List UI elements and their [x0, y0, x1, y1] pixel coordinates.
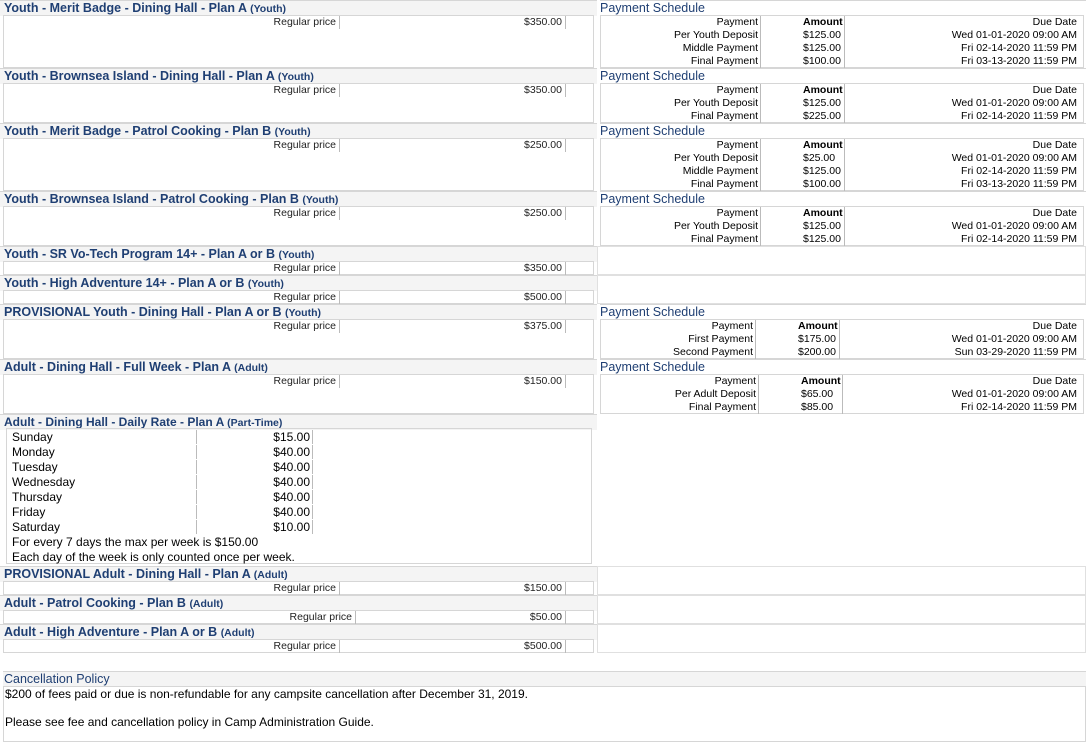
regular-price-label: Regular price: [4, 640, 340, 653]
plan-price-box: Regular price $150.00: [3, 581, 594, 595]
regular-price-value: $500.00: [341, 640, 566, 653]
schedule-row: First Payment $175.00 Wed 01-01-2020 09:00…: [601, 333, 1083, 346]
plan-price-box: Regular price $375.00: [3, 319, 594, 359]
plan-header: Youth - SR Vo-Tech Program 14+ - Plan A …: [0, 246, 597, 262]
empty-schedule-cell: [597, 595, 1086, 624]
regular-price-value: $350.00: [341, 262, 566, 275]
regular-price-label: Regular price: [4, 611, 356, 624]
payment-schedule-title: Payment Schedule: [600, 191, 1086, 207]
regular-price-label: Regular price: [4, 582, 340, 595]
daily-rate-row: Monday $40.00: [11, 445, 313, 460]
daily-rate-box: Sunday $15.00 Monday $40.00 Tuesday $40.00 …: [6, 428, 592, 564]
plan-price-box: Regular price $250.00: [3, 138, 594, 191]
plan-price-box: Regular price $500.00: [3, 290, 594, 304]
daily-rate-note: Each day of the week is only counted onc…: [12, 550, 295, 564]
payment-schedule-table: Payment Amount Due Date First Payment $17…: [600, 319, 1084, 359]
regular-price-value: $350.00: [341, 16, 566, 29]
daily-rate-row: Sunday $15.00: [11, 430, 313, 445]
payment-schedule-title: Payment Schedule: [600, 123, 1086, 139]
plan-header: Youth - High Adventure 14+ - Plan A or B…: [0, 275, 597, 291]
regular-price-value: $50.00: [357, 611, 566, 624]
plan-price-box: Regular price $350.00: [3, 261, 594, 275]
plan-price-box: Regular price $250.00: [3, 206, 594, 246]
plan-header: Youth - Brownsea Island - Dining Hall - …: [0, 68, 597, 84]
plan-header: Youth - Merit Badge - Dining Hall - Plan…: [0, 0, 597, 16]
daily-rate-row: Saturday $10.00: [11, 520, 313, 535]
plan-header: Adult - High Adventure - Plan A or B (Ad…: [0, 624, 597, 640]
regular-price-label: Regular price: [4, 375, 340, 388]
empty-schedule-cell: [597, 275, 1086, 304]
regular-price-value: $150.00: [341, 582, 566, 595]
schedule-row: Final Payment $225.00 Fri 02-14-2020 11:59…: [601, 110, 1083, 123]
plan-header: PROVISIONAL Youth - Dining Hall - Plan A…: [0, 304, 597, 320]
regular-price-label: Regular price: [4, 291, 340, 304]
schedule-row: Middle Payment $125.00 Fri 02-14-2020 11:5…: [601, 165, 1083, 178]
schedule-row: Final Payment $125.00 Fri 02-14-2020 11:59…: [601, 233, 1083, 246]
empty-schedule-cell: [597, 624, 1086, 653]
payment-schedule-table: Payment Amount Due Date Per Youth Deposi…: [600, 83, 1084, 123]
plan-header: PROVISIONAL Adult - Dining Hall - Plan A…: [0, 566, 597, 582]
payment-schedule-title: Payment Schedule: [600, 359, 1086, 375]
plan-header: Youth - Brownsea Island - Patrol Cooking…: [0, 191, 597, 207]
empty-schedule-cell: [597, 566, 1086, 595]
schedule-row: Per Youth Deposit $25.00 Wed 01-01-2020 09…: [601, 152, 1083, 165]
daily-rate-row: Friday $40.00: [11, 505, 313, 520]
plan-price-box: Regular price $500.00: [3, 639, 594, 653]
schedule-header-row: Payment Amount Due Date: [601, 207, 1083, 220]
cancellation-policy-note: Please see fee and cancellation policy i…: [5, 715, 374, 729]
regular-price-value: $375.00: [341, 320, 566, 333]
regular-price-label: Regular price: [4, 84, 340, 97]
plan-price-box: Regular price $50.00: [3, 610, 594, 624]
daily-rate-note: For every 7 days the max per week is $15…: [12, 535, 259, 549]
plan-header: Adult - Patrol Cooking - Plan B (Adult): [0, 595, 597, 611]
regular-price-value: $250.00: [341, 139, 566, 152]
regular-price-label: Regular price: [4, 320, 340, 333]
empty-schedule-cell: [597, 246, 1086, 275]
schedule-row: Middle Payment $125.00 Fri 02-14-2020 11:5…: [601, 42, 1083, 55]
regular-price-label: Regular price: [4, 262, 340, 275]
schedule-row: Per Youth Deposit $125.00 Wed 01-01-2020 0…: [601, 97, 1083, 110]
schedule-header-row: Payment Amount Due Date: [601, 320, 1083, 333]
cancellation-policy-title: Cancellation Policy: [3, 671, 1086, 687]
schedule-row: Final Payment $85.00 Fri 02-14-2020 11:59 …: [601, 401, 1083, 414]
plan-price-box: Regular price $150.00: [3, 374, 594, 414]
plan-header: Adult - Dining Hall - Full Week - Plan A…: [0, 359, 597, 375]
payment-schedule-title: Payment Schedule: [600, 68, 1086, 84]
schedule-row: Final Payment $100.00 Fri 03-13-2020 11:59…: [601, 55, 1083, 68]
plan-price-box: Regular price $350.00: [3, 15, 594, 68]
cancellation-policy-text: $200 of fees paid or due is non-refundab…: [5, 687, 528, 701]
regular-price-value: $350.00: [341, 84, 566, 97]
regular-price-label: Regular price: [4, 16, 340, 29]
schedule-header-row: Payment Amount Due Date: [601, 84, 1083, 97]
payment-schedule-title: Payment Schedule: [600, 304, 1086, 320]
schedule-row: Per Youth Deposit $125.00 Wed 01-01-2020 0…: [601, 29, 1083, 42]
payment-schedule-table: Payment Amount Due Date Per Youth Deposi…: [600, 15, 1084, 68]
schedule-header-row: Payment Amount Due Date: [601, 375, 1083, 388]
payment-schedule-table: Payment Amount Due Date Per Youth Deposi…: [600, 138, 1084, 191]
schedule-row: Per Adult Deposit $65.00 Wed 01-01-2020 09…: [601, 388, 1083, 401]
plan-header: Youth - Merit Badge - Patrol Cooking - P…: [0, 123, 597, 139]
plan-price-box: Regular price $350.00: [3, 83, 594, 123]
cancellation-policy-box: $200 of fees paid or due is non-refundab…: [3, 686, 1086, 742]
regular-price-value: $500.00: [341, 291, 566, 304]
payment-schedule-table: Payment Amount Due Date Per Youth Deposi…: [600, 206, 1084, 246]
regular-price-value: $250.00: [341, 207, 566, 220]
schedule-row: Per Youth Deposit $125.00 Wed 01-01-2020 0…: [601, 220, 1083, 233]
schedule-row: Second Payment $200.00 Sun 03-29-2020 11:5…: [601, 346, 1083, 359]
daily-rate-row: Tuesday $40.00: [11, 460, 313, 475]
schedule-row: Final Payment $100.00 Fri 03-13-2020 11:59…: [601, 178, 1083, 191]
daily-rate-row: Thursday $40.00: [11, 490, 313, 505]
payment-schedule-title: Payment Schedule: [600, 0, 1086, 16]
schedule-header-row: Payment Amount Due Date: [601, 139, 1083, 152]
regular-price-label: Regular price: [4, 139, 340, 152]
daily-rate-row: Wednesday $40.00: [11, 475, 313, 490]
regular-price-value: $150.00: [341, 375, 566, 388]
payment-schedule-table: Payment Amount Due Date Per Adult Deposi…: [600, 374, 1084, 414]
regular-price-label: Regular price: [4, 207, 340, 220]
schedule-header-row: Payment Amount Due Date: [601, 16, 1083, 29]
